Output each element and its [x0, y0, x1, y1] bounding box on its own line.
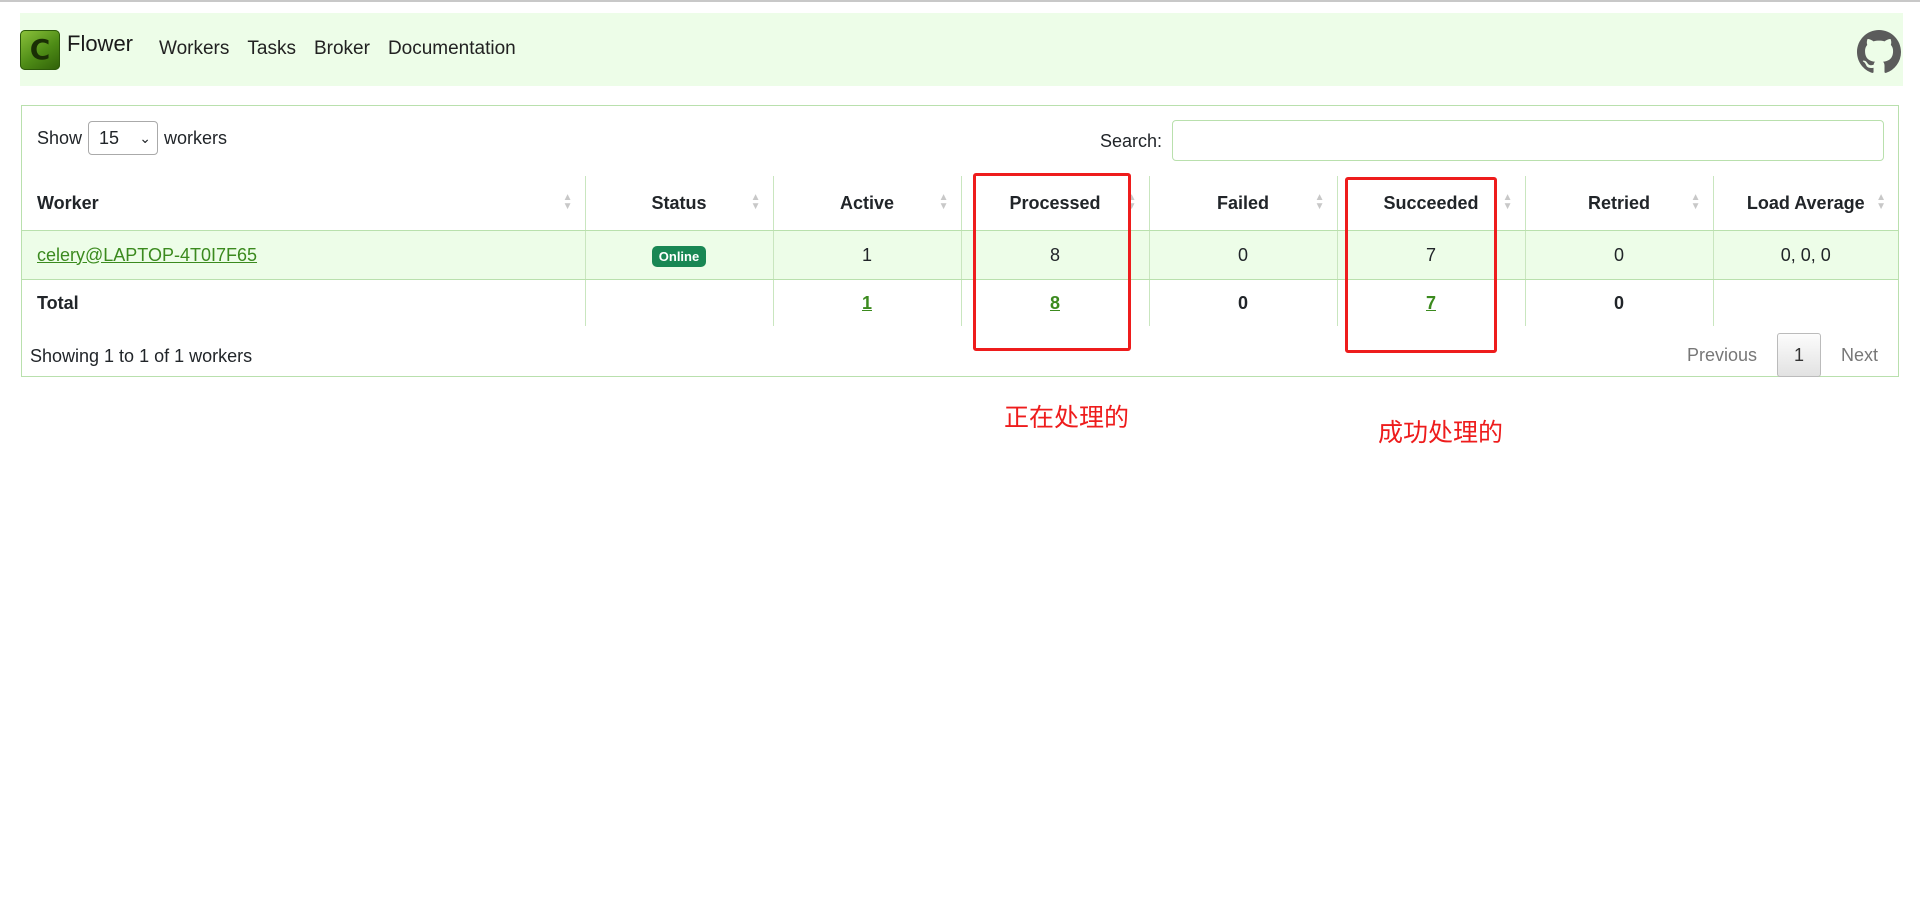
header-load-average[interactable]: Load Average ▲ ▼	[1713, 176, 1898, 231]
table-info: Showing 1 to 1 of 1 workers	[30, 346, 253, 366]
sort-icon: ▲ ▼	[1690, 192, 1701, 212]
status-badge: Online	[651, 245, 707, 267]
previous-button[interactable]: Previous	[1667, 345, 1777, 366]
github-icon[interactable]	[1857, 30, 1901, 74]
search-label: Search:	[1100, 131, 1163, 151]
succeeded-annotation: 成功处理的	[1378, 418, 1504, 447]
nav-documentation[interactable]: Documentation	[388, 38, 516, 60]
table-header-row: Worker ▲ ▼ Status ▲ ▼ Active ▲ ▼ Processed ▲ ▼ F…	[22, 176, 1898, 231]
page-1-button[interactable]: 1	[1776, 333, 1821, 377]
succeeded-highlight-box	[1345, 177, 1497, 353]
sort-icon: ▲ ▼	[1314, 192, 1325, 212]
total-row: Total 1 8 0 7 0	[22, 279, 1898, 327]
total-active-cell: 1	[773, 279, 962, 326]
search-input[interactable]	[1172, 120, 1884, 161]
header-retried[interactable]: Retried ▲ ▼	[1525, 176, 1714, 231]
nav-broker[interactable]: Broker	[314, 38, 370, 60]
status-cell: Online	[585, 230, 774, 280]
sort-icon: ▲ ▼	[562, 192, 573, 212]
header-status[interactable]: Status ▲ ▼	[585, 176, 774, 231]
retried-cell: 0	[1525, 230, 1714, 280]
total-label: Total	[22, 279, 586, 326]
worker-link[interactable]: celery@LAPTOP-4T0I7F65	[37, 245, 257, 265]
workers-table: Worker ▲ ▼ Status ▲ ▼ Active ▲ ▼ Processed ▲ ▼ F…	[22, 176, 1898, 326]
window-top-border	[0, 0, 1920, 2]
sort-icon: ▲ ▼	[1502, 192, 1513, 212]
total-status-cell	[585, 279, 774, 326]
header-worker[interactable]: Worker ▲ ▼	[22, 176, 586, 231]
total-failed-cell: 0	[1149, 279, 1338, 326]
show-label: Show	[37, 127, 83, 148]
nav-links: Workers Tasks Broker Documentation	[159, 38, 516, 60]
navbar: C Flower Workers Tasks Broker Documentat…	[20, 13, 1903, 86]
pagination: Previous 1 Next	[1667, 333, 1898, 377]
nav-tasks[interactable]: Tasks	[247, 38, 296, 60]
table-row: celery@LAPTOP-4T0I7F65 Online 1 8 0 7 0 …	[22, 230, 1898, 280]
sort-icon: ▲ ▼	[938, 192, 949, 212]
total-retried-cell: 0	[1525, 279, 1714, 326]
processed-highlight-box	[973, 173, 1131, 351]
chevron-down-icon: ⌄	[139, 130, 152, 146]
load-average-cell: 0, 0, 0	[1713, 230, 1898, 280]
page-size-control: Show 15 ⌄ workers	[37, 121, 227, 155]
header-active[interactable]: Active ▲ ▼	[773, 176, 962, 231]
sort-icon: ▲ ▼	[750, 192, 761, 212]
active-cell: 1	[773, 230, 962, 280]
total-active-link[interactable]: 1	[862, 293, 872, 313]
header-failed[interactable]: Failed ▲ ▼	[1149, 176, 1338, 231]
workers-panel: Show 15 ⌄ workers Search: Worker ▲ ▼ Statu…	[21, 105, 1899, 377]
next-button[interactable]: Next	[1821, 345, 1898, 366]
page-size-select[interactable]: 15 ⌄	[88, 121, 159, 155]
brand-title[interactable]: Flower	[67, 31, 133, 57]
processed-annotation: 正在处理的	[1004, 403, 1130, 432]
workers-label: workers	[164, 127, 228, 148]
failed-cell: 0	[1149, 230, 1338, 280]
sort-icon: ▲ ▼	[1876, 192, 1886, 212]
total-load-average-cell	[1713, 280, 1898, 327]
celery-logo-icon[interactable]: C	[20, 30, 60, 70]
nav-workers[interactable]: Workers	[159, 38, 229, 60]
worker-cell: celery@LAPTOP-4T0I7F65	[22, 230, 586, 280]
